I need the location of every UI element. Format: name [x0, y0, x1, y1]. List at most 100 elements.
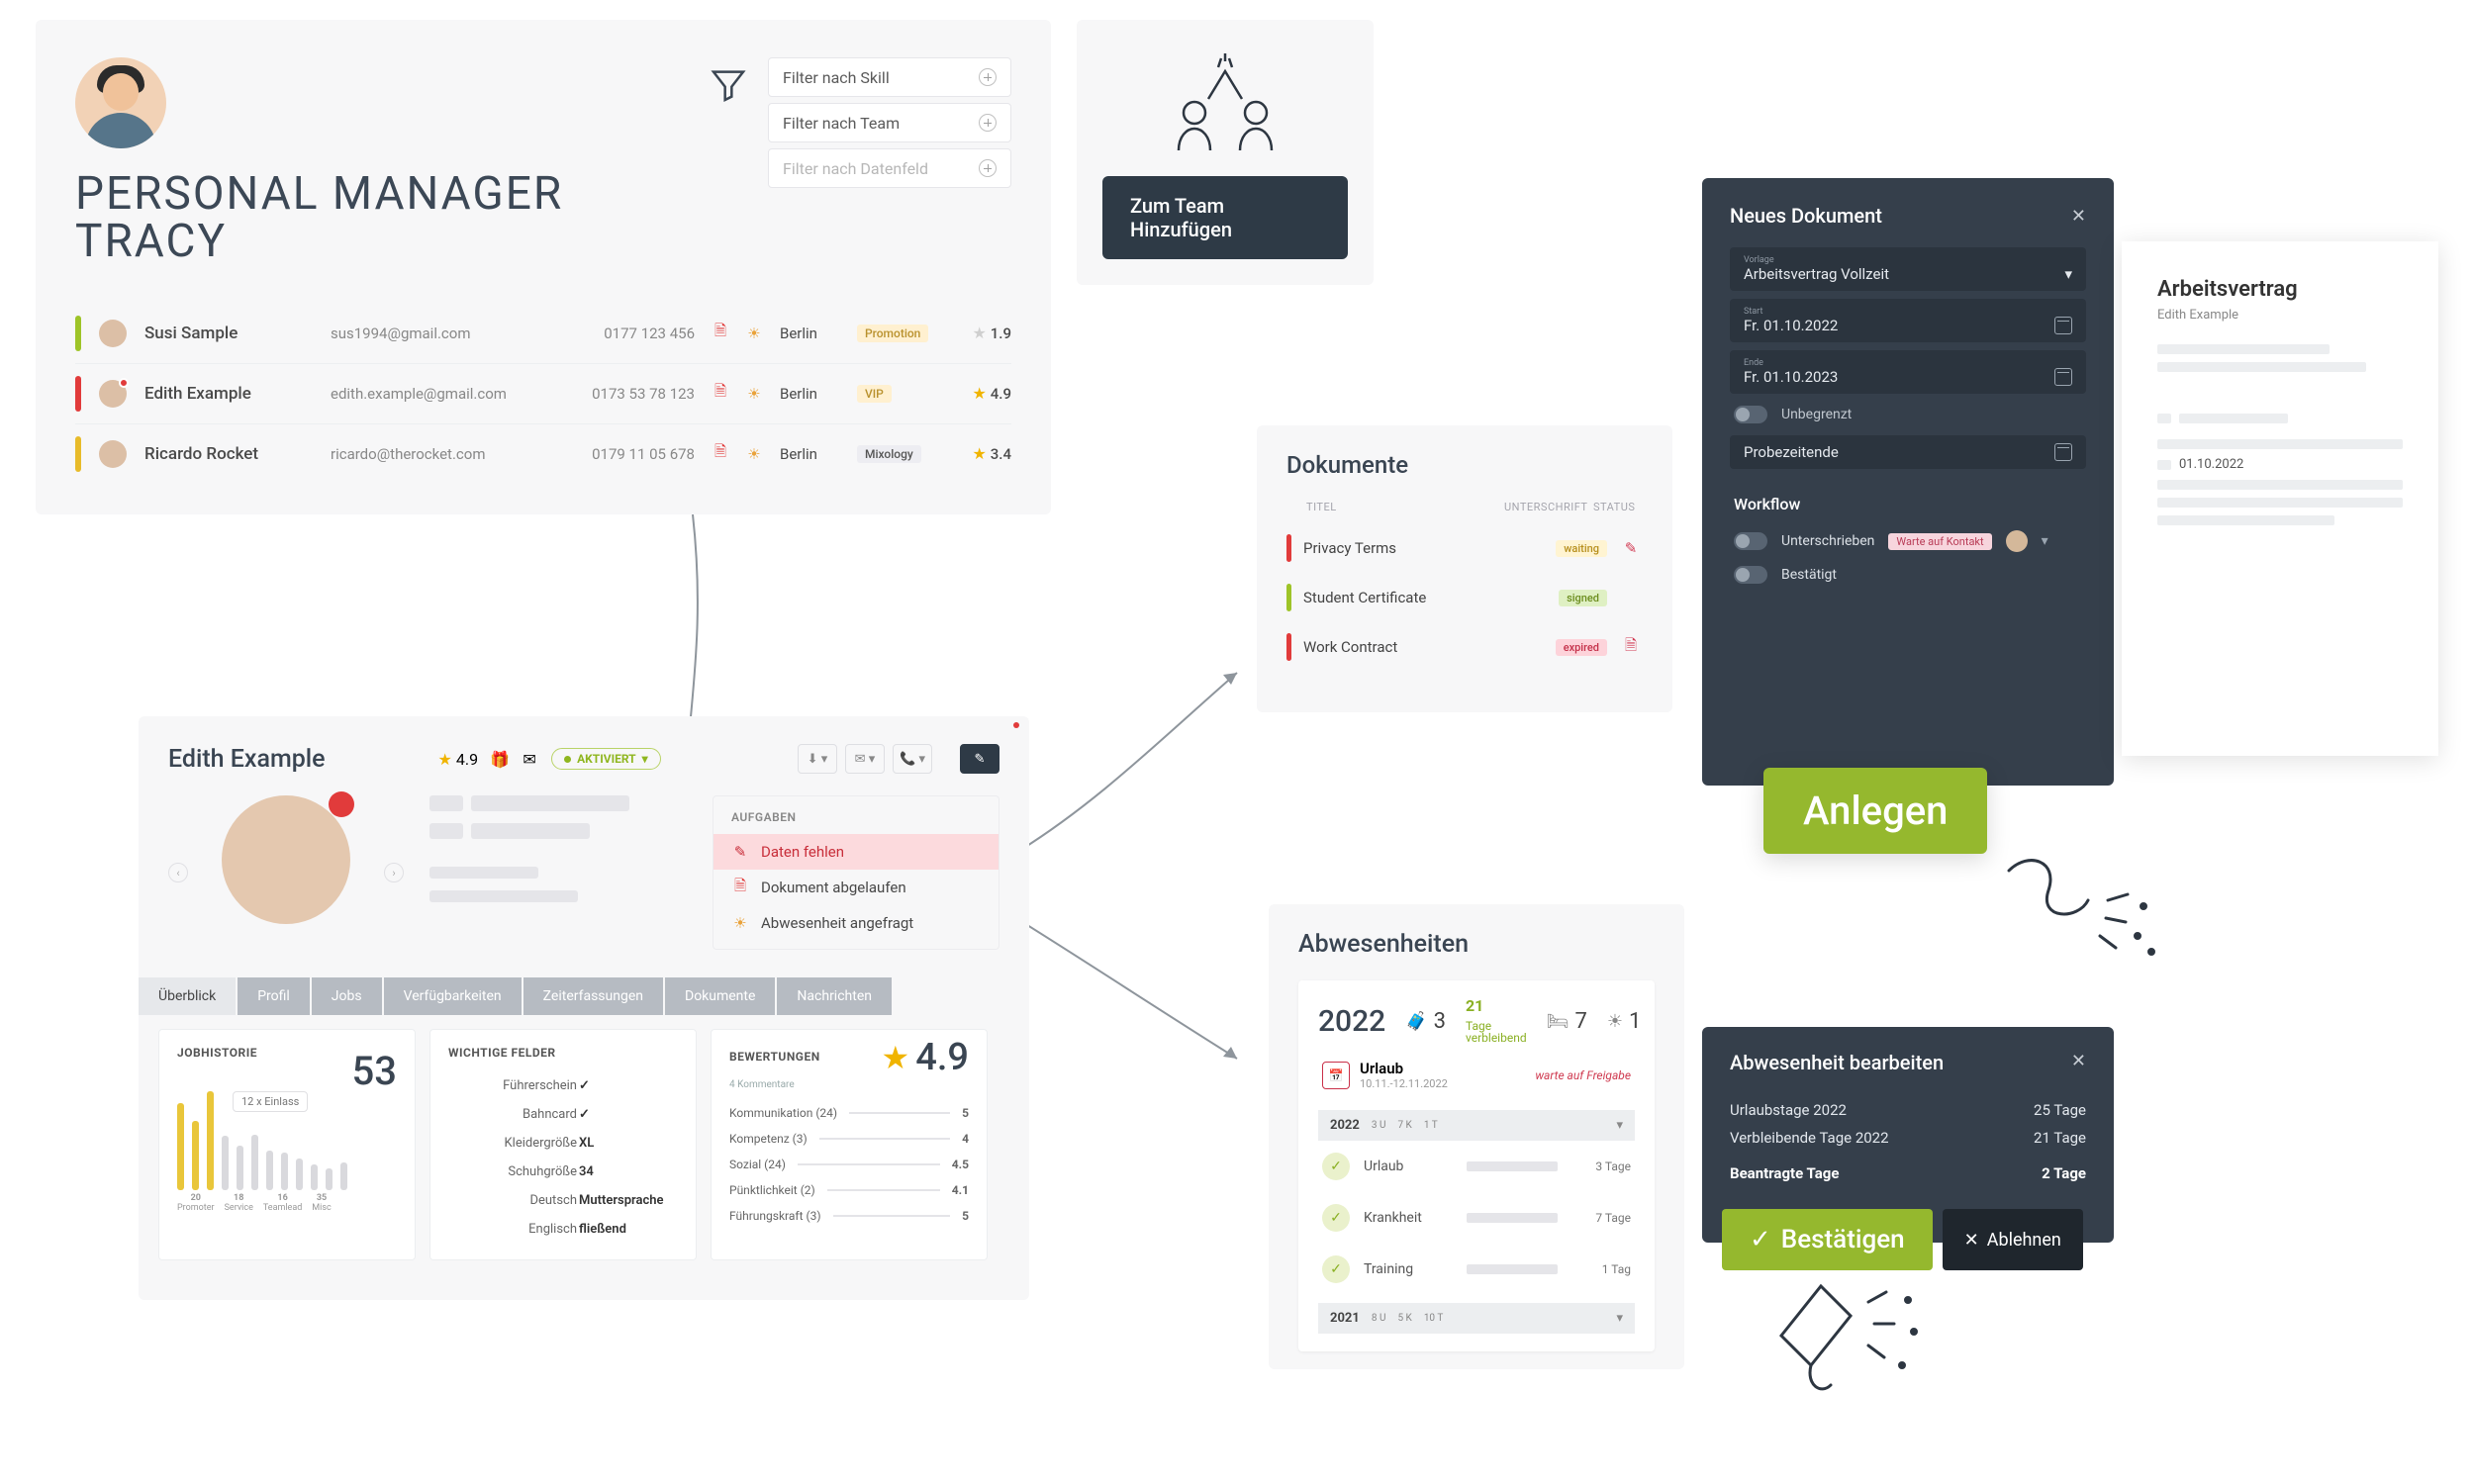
employee-row[interactable]: Edith Example edith.example@gmail.com 01…	[75, 363, 1011, 423]
documents-panel: Dokumente TITELUNTERSCHRIFTSTATUS Privac…	[1257, 425, 1672, 712]
tab-profil[interactable]: Profil	[238, 977, 310, 1015]
placeholder-lines	[429, 795, 629, 902]
mail-icon: ✉	[522, 751, 537, 767]
tab-dokumente[interactable]: Dokumente	[665, 977, 775, 1015]
employee-avatar	[222, 795, 350, 924]
document-row[interactable]: Work Contractexpired🗎	[1286, 622, 1643, 672]
doc-icon: 🗎	[731, 879, 749, 896]
tab-jobs[interactable]: Jobs	[312, 977, 382, 1015]
year-summary-2022[interactable]: 2022 3 U7 K1 T ▾	[1318, 1110, 1635, 1141]
tab-überblick[interactable]: Überblick	[139, 977, 236, 1015]
next-employee[interactable]: ›	[384, 863, 404, 882]
task-row[interactable]: ✎Daten fehlen	[714, 834, 999, 870]
new-document-modal: Neues Dokument✕ Vorlage Arbeitsvertrag V…	[1702, 178, 2114, 786]
unlimited-toggle[interactable]: Unbegrenzt	[1734, 406, 2082, 423]
create-button[interactable]: Anlegen	[1763, 768, 1987, 854]
rating-sub: 4 Kommentare	[729, 1079, 969, 1090]
document-row[interactable]: Student Certificatesigned	[1286, 573, 1643, 622]
absence-actions: ✓Bestätigen ✕Ablehnen	[1722, 1209, 2083, 1270]
absences-panel: Abwesenheiten 2022 🧳3 21Tage verbleibend…	[1269, 904, 1684, 1369]
status-tag: signed	[1559, 590, 1607, 606]
status-tag: waiting	[1556, 540, 1607, 557]
field-row: Führerschein✓	[448, 1071, 678, 1100]
close-icon[interactable]: ✕	[2071, 206, 2086, 227]
panel-title: Abwesenheiten	[1298, 930, 1655, 959]
year-summary-2021[interactable]: 2021 8 U5 K10 T ▾	[1318, 1303, 1635, 1334]
chevron-down-icon: ▾	[2042, 533, 2048, 549]
manager-avatar	[75, 57, 166, 148]
workflow-signed[interactable]: UnterschriebenWarte auf Kontakt▾	[1730, 523, 2086, 559]
sun-icon: ☀	[746, 386, 762, 402]
rating-row: Kommunikation (24)5	[729, 1100, 969, 1126]
tab-verfügbarkeiten[interactable]: Verfügbarkeiten	[384, 977, 522, 1015]
task-row[interactable]: 🗎Dokument abgelaufen	[714, 870, 999, 905]
template-select[interactable]: Vorlage Arbeitsvertrag Vollzeit▾	[1730, 247, 2086, 291]
chevron-down-icon: ▾	[1616, 1311, 1623, 1326]
call-button[interactable]: 📞 ▾	[893, 744, 932, 774]
highfive-icon	[1161, 53, 1289, 152]
add-to-team-button[interactable]: Zum Team Hinzufügen	[1102, 176, 1348, 259]
ratings-card: BEWERTUNGEN ★4.9 4 Kommentare Kommunikat…	[711, 1029, 988, 1260]
workflow-confirmed[interactable]: Bestätigt	[1730, 559, 2086, 591]
absence-row: ✓Urlaub3 Tage	[1318, 1141, 1635, 1192]
field-row: KleidergrößeXL	[448, 1129, 678, 1158]
status-pill[interactable]: AKTIVIERT ▾	[551, 748, 661, 770]
status-tag: Warte auf Kontakt	[1888, 533, 1991, 550]
tab-nachrichten[interactable]: Nachrichten	[777, 977, 892, 1015]
filter-field[interactable]: Filter nach Datenfeld	[768, 148, 1011, 188]
action-icon[interactable]: 🗎	[1619, 635, 1643, 660]
filter-icon[interactable]	[705, 61, 752, 109]
plus-icon	[979, 114, 997, 132]
avatar	[99, 380, 127, 408]
document-row[interactable]: Privacy Termswaiting✎	[1286, 523, 1643, 573]
panel-title: Dokumente	[1286, 451, 1643, 479]
filter-skill[interactable]: Filter nach Skill	[768, 57, 1011, 97]
alert-badge	[329, 791, 354, 817]
tab-zeiterfassungen[interactable]: Zeiterfassungen	[523, 977, 663, 1015]
sun-icon: ☀	[746, 325, 762, 341]
employee-row[interactable]: Ricardo Rocket ricardo@therocket.com 017…	[75, 423, 1011, 484]
bar	[207, 1091, 214, 1190]
end-date-field[interactable]: Ende Fr. 01.10.2023	[1730, 350, 2086, 394]
close-icon[interactable]: ✕	[2071, 1051, 2086, 1074]
check-icon: ✓	[1750, 1225, 1771, 1254]
mail-button[interactable]: ✉ ▾	[845, 744, 885, 774]
status-tag: expired	[1556, 639, 1607, 656]
employee-row[interactable]: Susi Sample sus1994@gmail.com 0177 123 4…	[75, 304, 1011, 363]
prev-employee[interactable]: ‹	[168, 863, 188, 882]
rating-row: Kompetenz (3)4	[729, 1126, 969, 1152]
rating-row: Pünktlichkeit (2)4.1	[729, 1177, 969, 1203]
table-header: TITELUNTERSCHRIFTSTATUS	[1286, 501, 1643, 523]
confirm-button[interactable]: ✓Bestätigen	[1722, 1209, 1933, 1270]
absence-request[interactable]: 📅 Urlaub10.11.-12.11.2022 warte auf Frei…	[1318, 1044, 1635, 1106]
alert-dot	[1013, 722, 1019, 728]
check-icon: ✓	[1322, 1153, 1350, 1180]
stat-remaining: 21Tage verbleibend	[1466, 998, 1527, 1044]
download-button[interactable]: ⬇ ▾	[798, 744, 837, 774]
task-row[interactable]: ☀Abwesenheit angefragt	[714, 905, 999, 941]
pen-icon: ✎	[731, 843, 749, 861]
action-icon[interactable]: ✎	[1619, 539, 1643, 557]
status-marker	[75, 316, 81, 351]
avatar	[99, 440, 127, 468]
field-row: Schuhgröße34	[448, 1158, 678, 1186]
stat-sick: 🛏7	[1547, 1009, 1587, 1034]
tasks-card: AUFGABEN ✎Daten fehlen 🗎Dokument abgelau…	[713, 795, 999, 950]
sun-icon: ☀	[746, 446, 762, 462]
calendar-icon	[2054, 317, 2072, 334]
section-title: Workflow	[1734, 495, 2082, 513]
status-marker	[75, 436, 81, 472]
sun-icon: ☀	[1607, 1011, 1623, 1032]
trial-end-field[interactable]: Probezeitende	[1730, 435, 2086, 469]
employee-name: Edith Example	[168, 745, 326, 774]
role-tag: VIP	[857, 385, 892, 403]
page-title: PERSONAL MANAGER TRACY	[75, 170, 563, 266]
decline-button[interactable]: ✕Ablehnen	[1943, 1209, 2083, 1270]
filter-team[interactable]: Filter nach Team	[768, 103, 1011, 142]
doc-icon: 🗎	[713, 325, 728, 341]
start-date-field[interactable]: Start Fr. 01.10.2022	[1730, 299, 2086, 342]
bar-label: 16Teamlead	[263, 1194, 302, 1214]
edit-button[interactable]: ✎	[960, 744, 999, 774]
card-title: BEWERTUNGEN	[729, 1050, 820, 1064]
bar	[340, 1162, 347, 1190]
